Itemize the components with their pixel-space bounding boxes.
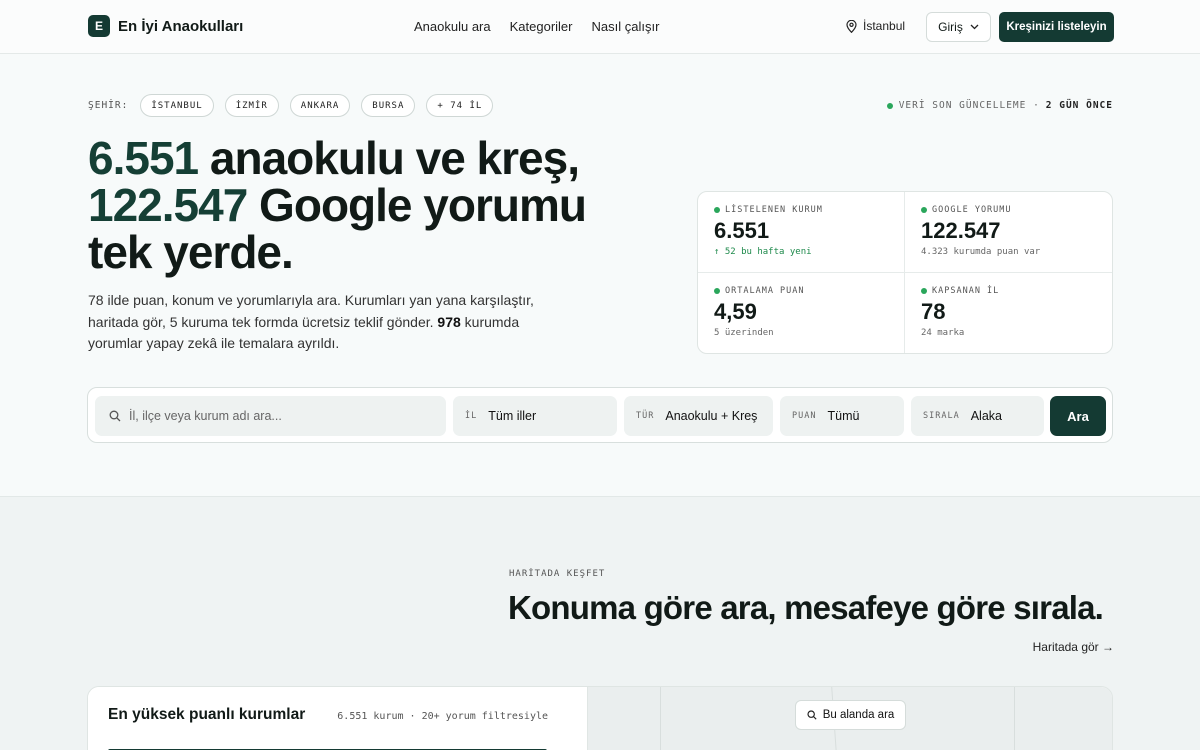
- stat-note: 24 marka: [921, 327, 965, 338]
- map-section-title: Konuma göre ara, mesafeye göre sırala.: [508, 589, 1104, 626]
- stat-label: GOOGLE YORUMU: [932, 205, 1012, 215]
- map-view[interactable]: Bu alanda ara: [587, 687, 1112, 750]
- update-value: 2 GÜN ÖNCE: [1045, 100, 1113, 111]
- brand-name: En İyi Anaokulları: [118, 17, 244, 35]
- type-select-value: Anaokulu + Kreş: [665, 409, 758, 423]
- type-select-key: TÜR: [636, 411, 655, 421]
- city-label: ŞEHİR:: [88, 100, 129, 111]
- logo-mark: E: [88, 15, 110, 37]
- sort-select[interactable]: SIRALA Alaka: [911, 396, 1044, 436]
- search-icon: [109, 410, 121, 422]
- status-dot-icon: [921, 287, 927, 294]
- location-label: İstanbul: [863, 19, 906, 33]
- map-pin-icon: [846, 19, 857, 33]
- stat-covered-provinces: KAPSANAN İL 78 24 marka: [905, 273, 1112, 354]
- stat-value: 78: [921, 298, 946, 324]
- login-label: Giriş: [938, 20, 963, 34]
- chevron-down-icon: [970, 24, 979, 30]
- province-select[interactable]: İL Tüm iller: [453, 396, 617, 436]
- nav-item-categories[interactable]: Kategoriler: [510, 19, 573, 34]
- status-dot-icon: [714, 287, 720, 294]
- nav-item-how-it-works[interactable]: Nasıl çalışır: [592, 19, 660, 34]
- hero-school-count: 6.551: [88, 132, 199, 184]
- search-input[interactable]: İl, ilçe veya kurum adı ara...: [95, 396, 446, 436]
- stat-value: 6.551: [714, 218, 770, 243]
- rating-select-value: Tümü: [827, 409, 860, 423]
- results-panel-title: En yüksek puanlı kurumlar: [108, 706, 306, 723]
- city-chip-more[interactable]: + 74 İL: [426, 94, 494, 117]
- list-your-school-button[interactable]: Kreşinizi listeleyin: [999, 12, 1114, 42]
- map-road-line: [1014, 687, 1015, 750]
- city-chip-ankara[interactable]: ANKARA: [289, 94, 351, 117]
- province-select-key: İL: [465, 411, 478, 421]
- site-logo[interactable]: E En İyi Anaokulları: [88, 15, 243, 37]
- map-section-eyebrow: HARİTADA KEŞFET: [509, 569, 606, 579]
- city-chip-istanbul[interactable]: İSTANBUL: [140, 94, 214, 117]
- stat-value: 122.547: [921, 218, 1001, 243]
- sort-select-value: Alaka: [970, 409, 1002, 423]
- rating-select-key: PUAN: [792, 411, 817, 421]
- city-chip-izmir[interactable]: İZMİR: [224, 94, 279, 117]
- stat-note: 5 üzerinden: [714, 327, 774, 338]
- map-road-line: [660, 687, 661, 750]
- stats-card: LİSTELENEN KURUM 6.551 ↑ 52 bu hafta yen…: [697, 191, 1113, 354]
- stat-label: KAPSANAN İL: [932, 285, 1000, 296]
- hero-title: 6.551 anaokulu ve kreş, 122.547 Google y…: [88, 135, 608, 276]
- view-on-map-link[interactable]: Haritada gör →: [1033, 640, 1114, 654]
- province-select-value: Tüm iller: [488, 409, 537, 423]
- search-icon: [807, 710, 817, 720]
- city-chip-bursa[interactable]: BURSA: [361, 94, 416, 117]
- data-update-status: VERİ SON GÜNCELLEME · 2 GÜN ÖNCE: [886, 100, 1113, 111]
- main-nav: Anaokulu ara Kategoriler Nasıl çalışır: [414, 19, 659, 34]
- update-label: VERİ SON GÜNCELLEME ·: [898, 100, 1040, 111]
- status-dot-icon: [886, 102, 893, 109]
- search-placeholder: İl, ilçe veya kurum adı ara...: [129, 409, 282, 423]
- hero-sub-ai-count: 978: [437, 313, 461, 330]
- sort-select-key: SIRALA: [923, 411, 960, 421]
- hero-description: 78 ilde puan, konum ve yorumlarıyla ara.…: [88, 290, 558, 355]
- stat-note: 4.323 kurumda puan var: [921, 247, 1041, 257]
- city-filter-row: ŞEHİR: İSTANBUL İZMİR ANKARA BURSA + 74 …: [88, 94, 494, 117]
- search-this-area-button[interactable]: Bu alanda ara: [795, 700, 906, 730]
- top-header: E En İyi Anaokulları Anaokulu ara Katego…: [0, 0, 1200, 54]
- map-panel: En yüksek puanlı kurumlar 6.551 kurum · …: [87, 686, 1113, 750]
- hero-title-part1: anaokulu ve kreş,: [198, 132, 580, 184]
- search-bar: İl, ilçe veya kurum adı ara... İL Tüm il…: [87, 387, 1113, 443]
- results-panel: En yüksek puanlı kurumlar 6.551 kurum · …: [88, 687, 587, 750]
- nav-item-search[interactable]: Anaokulu ara: [414, 19, 491, 34]
- status-dot-icon: [921, 207, 927, 213]
- search-button[interactable]: Ara: [1050, 396, 1106, 436]
- type-select[interactable]: TÜR Anaokulu + Kreş: [624, 396, 773, 436]
- status-dot-icon: [714, 207, 720, 213]
- stat-google-reviews: GOOGLE YORUMU 122.547 4.323 kurumda puan…: [905, 192, 1112, 273]
- hero-review-count: 122.547: [88, 179, 248, 231]
- stat-label: ORTALAMA PUAN: [725, 285, 805, 296]
- stat-listed-schools: LİSTELENEN KURUM 6.551 ↑ 52 bu hafta yen…: [698, 192, 905, 273]
- stat-note: ↑ 52 bu hafta yeni: [714, 247, 812, 257]
- stat-label: LİSTELENEN KURUM: [725, 205, 823, 215]
- stat-average-rating: ORTALAMA PUAN 4,59 5 üzerinden: [698, 272, 905, 353]
- location-selector[interactable]: İstanbul: [846, 19, 905, 33]
- results-panel-meta: 6.551 kurum · 20+ yorum filtresiyle: [337, 711, 548, 722]
- login-button[interactable]: Giriş: [926, 12, 991, 42]
- map-section: HARİTADA KEŞFET Konuma göre ara, mesafey…: [0, 496, 1200, 750]
- stat-value: 4,59: [714, 298, 757, 324]
- search-this-area-label: Bu alanda ara: [822, 709, 895, 721]
- rating-select[interactable]: PUAN Tümü: [780, 396, 904, 436]
